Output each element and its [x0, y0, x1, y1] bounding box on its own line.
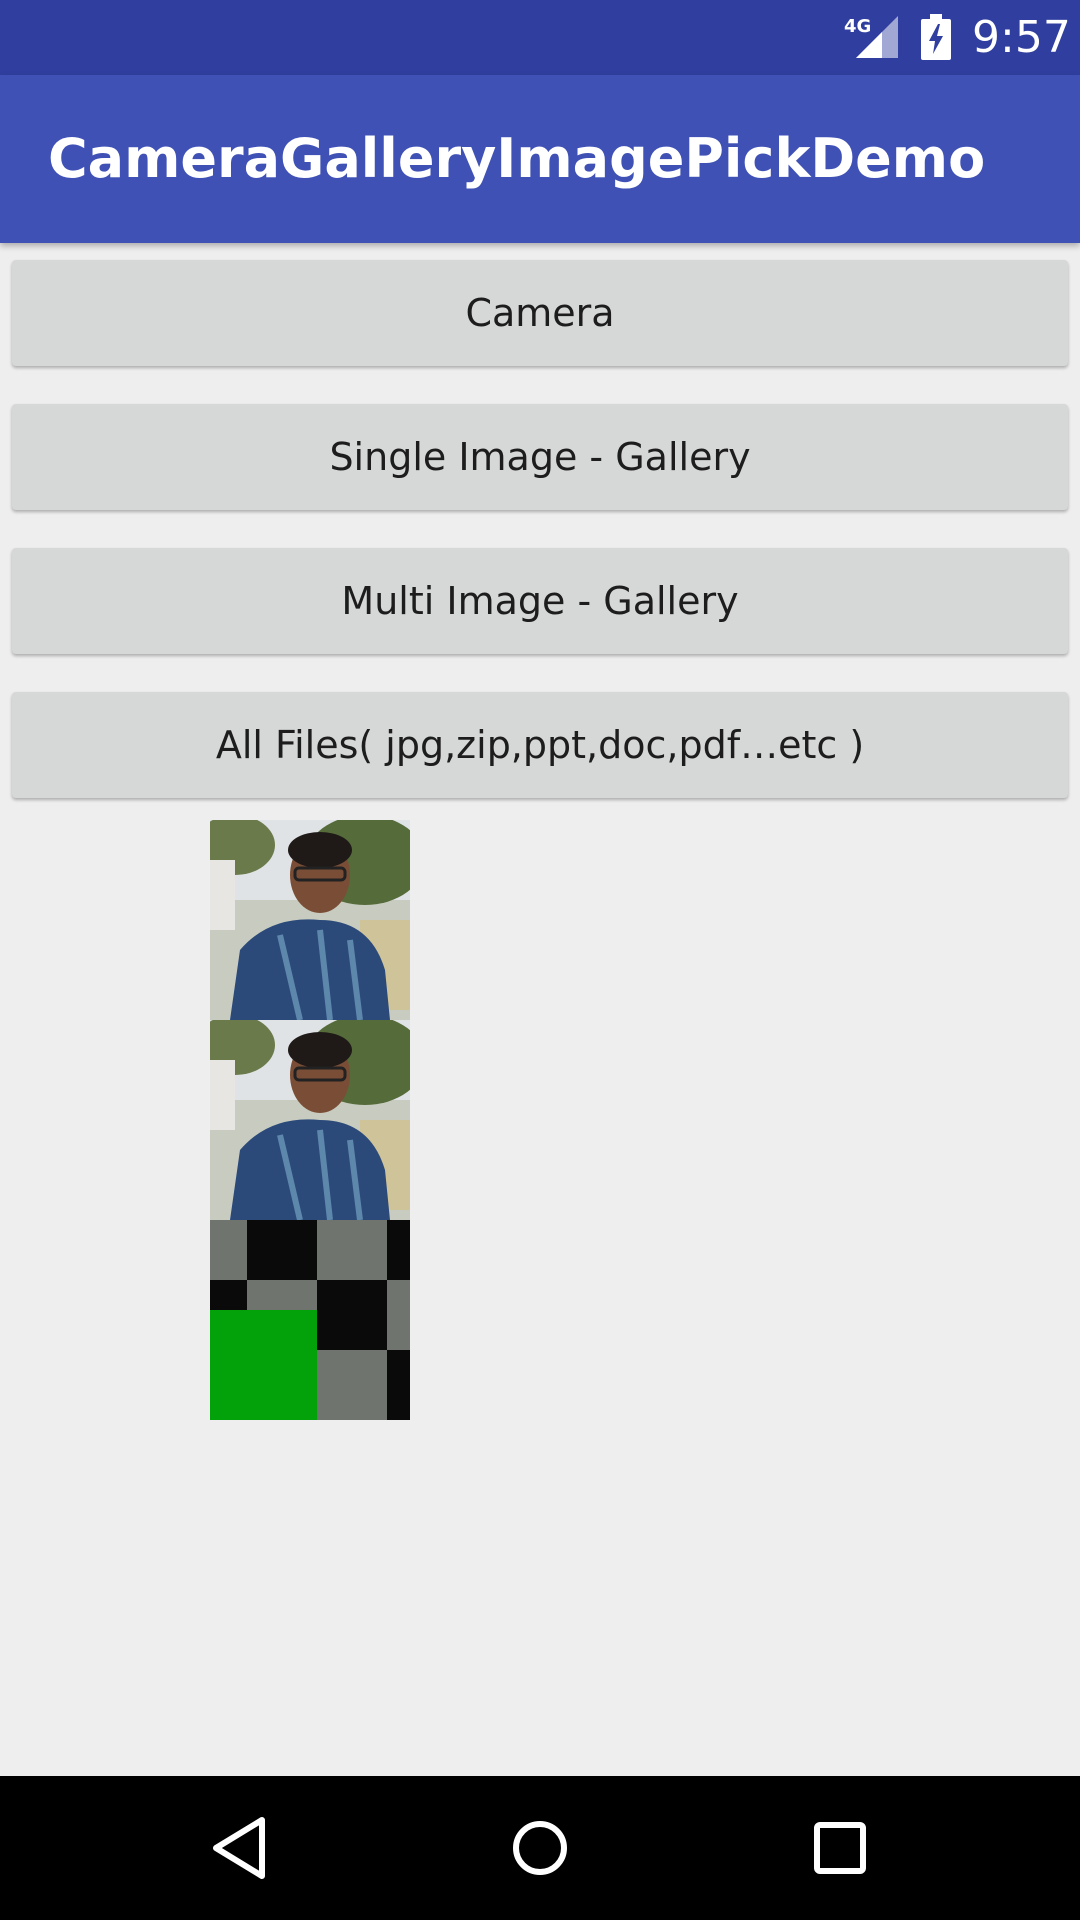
- recents-square-icon[interactable]: [800, 1808, 880, 1888]
- battery-charging-icon: [921, 14, 951, 60]
- navigation-bar: [0, 1776, 1080, 1920]
- back-triangle-icon[interactable]: [200, 1808, 280, 1888]
- all-files-button[interactable]: All Files( jpg,zip,ppt,doc,pdf…etc ): [12, 692, 1068, 798]
- status-time: 9:57: [972, 12, 1071, 63]
- single-image-gallery-button[interactable]: Single Image - Gallery: [12, 404, 1068, 510]
- image-thumbnail-photo-1: [210, 820, 410, 1020]
- home-circle-icon[interactable]: [500, 1808, 580, 1888]
- signal-4g-icon: 4G: [844, 16, 898, 58]
- app-title: CameraGalleryImagePickDemo: [48, 127, 986, 190]
- app-bar: CameraGalleryImagePickDemo: [0, 75, 1080, 243]
- image-thumbnail-photo-2: [210, 1020, 410, 1220]
- status-bar: 4G 9:57: [0, 0, 1080, 75]
- network-type-label: 4G: [844, 16, 871, 37]
- multi-image-gallery-button[interactable]: Multi Image - Gallery: [12, 548, 1068, 654]
- image-thumbnail-pattern: [210, 1220, 410, 1420]
- camera-button[interactable]: Camera: [12, 260, 1068, 366]
